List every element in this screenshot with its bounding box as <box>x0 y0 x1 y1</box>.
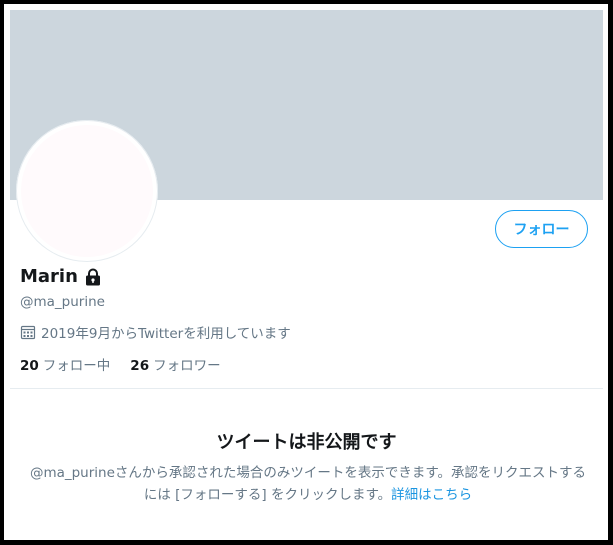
joined-date: 2019年9月からTwitterを利用しています <box>20 322 291 342</box>
display-name: Marin <box>20 266 78 287</box>
lock-icon <box>83 267 103 287</box>
profile-handle: @ma_purine <box>20 294 105 310</box>
section-divider <box>10 388 603 389</box>
avatar[interactable] <box>16 120 158 262</box>
followers-label: フォロワー <box>153 358 221 374</box>
learn-more-link[interactable]: 詳細はこちら <box>391 487 472 503</box>
profile-window: フォロー Marin @ma_purine 2019年9月からTwitterを利… <box>0 0 613 545</box>
protected-title: ツイートは非公開です <box>216 432 397 453</box>
following-stat[interactable]: 20 フォロー中 <box>20 354 110 374</box>
following-label: フォロー中 <box>42 358 111 374</box>
avatar-image <box>21 125 153 257</box>
following-count: 20 <box>20 358 39 374</box>
profile-name-row: Marin <box>20 266 103 287</box>
joined-text: 2019年9月からTwitterを利用しています <box>41 326 291 342</box>
protected-description-text: @ma_purineさんから承認された場合のみツイートを表示できます。承認をリク… <box>29 465 587 503</box>
followers-count: 26 <box>130 358 150 374</box>
follow-button[interactable]: フォロー <box>495 210 588 248</box>
protected-description: @ma_purineさんから承認された場合のみツイートを表示できます。承認をリク… <box>28 462 588 506</box>
profile-stats: 20 フォロー中 26 フォロワー <box>20 354 221 374</box>
followers-stat[interactable]: 26 フォロワー <box>130 354 220 374</box>
calendar-icon <box>20 324 36 340</box>
